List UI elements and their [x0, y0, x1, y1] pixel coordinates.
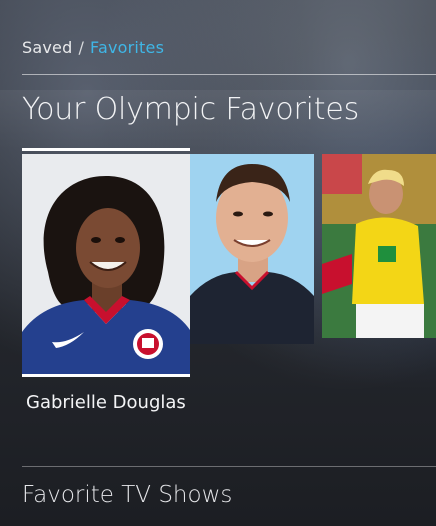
header-divider — [22, 74, 436, 75]
breadcrumb-favorites: Favorites — [90, 38, 165, 57]
focus-underline — [22, 374, 190, 377]
breadcrumb-saved[interactable]: Saved — [22, 38, 72, 57]
section-divider — [22, 466, 436, 467]
tv-shows-section-title: Favorite TV Shows — [22, 482, 233, 508]
breadcrumb: Saved / Favorites — [22, 38, 164, 57]
athlete-photo — [22, 154, 190, 374]
favorites-carousel — [22, 148, 436, 428]
athlete-name: Gabrielle Douglas — [26, 392, 186, 413]
breadcrumb-separator: / — [78, 38, 85, 57]
focus-indicator — [22, 148, 190, 151]
athlete-photo — [322, 154, 436, 338]
favorites-section-title: Your Olympic Favorites — [22, 92, 360, 127]
athlete-photo — [190, 154, 314, 344]
